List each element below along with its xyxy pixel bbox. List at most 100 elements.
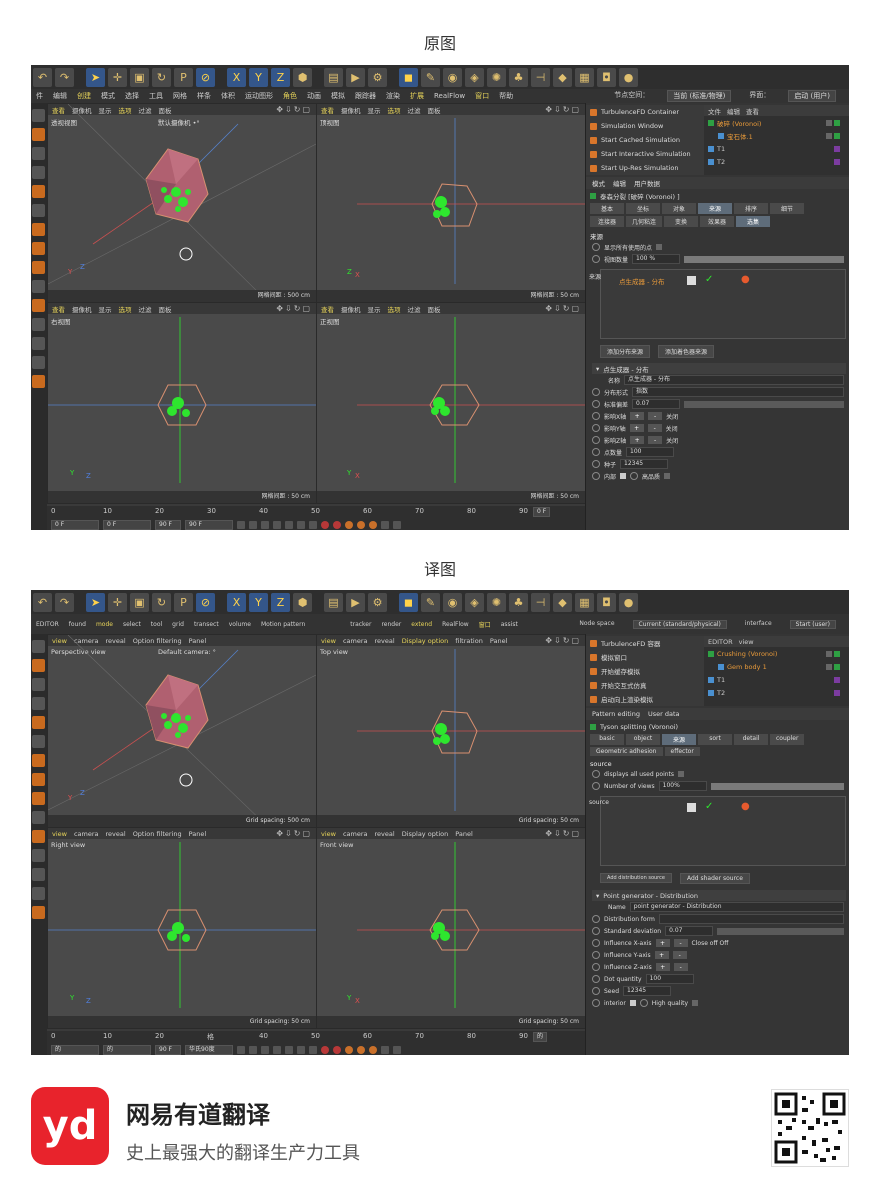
plus-button[interactable]: +	[655, 939, 670, 947]
camera-icon[interactable]: ◘	[597, 592, 616, 612]
go-start-icon[interactable]	[237, 1045, 245, 1054]
scale-tool-icon[interactable]: ▣	[130, 67, 149, 87]
light-icon[interactable]: ●	[619, 67, 638, 87]
pen-icon[interactable]: ✎	[421, 592, 440, 612]
cube-icon[interactable]: ◼	[399, 67, 418, 87]
shader-icon[interactable]	[687, 276, 696, 285]
render-picture-icon[interactable]: ▶	[346, 67, 365, 87]
go-end-icon[interactable]	[309, 1045, 317, 1054]
menu-item[interactable]: mode	[96, 621, 113, 628]
autokey-icon[interactable]	[333, 520, 341, 529]
tab-basic[interactable]: basic	[590, 734, 624, 745]
source-list[interactable]: 来源 点生成器 - 分布 ✓ ●	[589, 269, 846, 339]
plus-button[interactable]: +	[654, 951, 669, 959]
tool-icon[interactable]	[32, 716, 45, 729]
object-flags[interactable]	[834, 689, 840, 696]
std-dev-field[interactable]: 0.07	[665, 926, 714, 936]
current-frame-field[interactable]: 的	[533, 1032, 548, 1042]
min-frame-field[interactable]: 0 F	[103, 519, 151, 530]
tab-sources[interactable]: 来源	[662, 734, 696, 745]
obj-menu-item[interactable]: 编辑	[727, 106, 740, 116]
tool-icon[interactable]	[32, 185, 45, 198]
object-flags[interactable]	[826, 650, 840, 657]
menu-item[interactable]: RealFlow	[442, 621, 469, 628]
tool-icon[interactable]	[32, 697, 45, 710]
deformer-icon[interactable]: ♣	[509, 67, 528, 87]
param-key-icon[interactable]	[381, 1045, 389, 1054]
visibility-icon[interactable]	[826, 119, 832, 126]
floor-icon[interactable]: ◆	[553, 592, 572, 612]
tab-object[interactable]: object	[626, 734, 660, 745]
tab-detail[interactable]: 细节	[770, 203, 804, 214]
object-row[interactable]: Gem body 1	[704, 660, 849, 673]
show-points-row[interactable]: displays all used points	[586, 768, 849, 780]
checkbox[interactable]	[656, 244, 663, 250]
object-flags[interactable]	[834, 676, 840, 683]
field-icon[interactable]: ⊣	[531, 592, 550, 612]
field-icon[interactable]: ⊣	[531, 67, 550, 87]
object-row[interactable]: T2	[704, 686, 849, 699]
viewport-right[interactable]: 查看 摄像机 显示 选项 过滤 面板 ✥⇩↻▢ 右视图 Y Z 网格间距 : 5…	[47, 302, 317, 504]
tab-sort[interactable]: sort	[698, 734, 732, 745]
point-generator-icon[interactable]: ●	[741, 274, 750, 285]
add-shader-source-button[interactable]: Add shader source	[679, 872, 750, 884]
tag-icon[interactable]	[834, 676, 840, 683]
viewport-amount-row[interactable]: 视图数量 100 %	[586, 253, 849, 265]
menu-item[interactable]: 样条	[197, 91, 211, 101]
prev-frame-icon[interactable]	[261, 1045, 269, 1054]
viewport-perspective[interactable]: view camera reveal Option filtering Pane…	[47, 634, 317, 828]
point-count-field[interactable]: 100	[645, 974, 694, 984]
animate-icon[interactable]	[592, 963, 600, 971]
attr-menu-item[interactable]: 模式	[592, 178, 605, 188]
menu-item[interactable]: tracker	[350, 621, 371, 628]
select-tool-icon[interactable]: ➤	[86, 67, 105, 87]
floor-icon[interactable]: ◆	[553, 67, 572, 87]
interface-select[interactable]: Start (user)	[789, 619, 836, 629]
undo-icon[interactable]: ↶	[33, 592, 52, 612]
plus-button[interactable]: +	[630, 412, 645, 420]
check-icon[interactable]	[834, 663, 840, 670]
tool-icon[interactable]	[32, 678, 45, 691]
object-flags[interactable]	[826, 119, 840, 126]
tool-icon[interactable]	[32, 356, 45, 369]
menu-item[interactable]: transect	[194, 621, 219, 628]
go-start-icon[interactable]	[237, 520, 245, 529]
menu-item[interactable]: select	[123, 621, 141, 628]
scene-icon[interactable]: ▦	[575, 592, 594, 612]
menu-item[interactable]: volume	[229, 621, 251, 628]
render-picture-icon[interactable]: ▶	[346, 592, 365, 612]
menu-item[interactable]: 渲染	[386, 91, 400, 101]
plus-button[interactable]: +	[630, 436, 645, 444]
viewport-amount-field[interactable]: 100 %	[632, 254, 681, 264]
tool-icon[interactable]	[32, 640, 45, 653]
tab-sort[interactable]: 排序	[734, 203, 768, 214]
menu-item[interactable]: render	[381, 621, 401, 628]
pla-key-icon[interactable]	[393, 1045, 401, 1054]
tool-icon[interactable]	[32, 773, 45, 786]
point-generator-subheader[interactable]: ▾ 点生成器 - 分布	[592, 363, 846, 374]
animate-icon[interactable]	[592, 915, 600, 923]
menu-item[interactable]: found	[69, 621, 86, 628]
node-space-select[interactable]: 当前 (标准/物理)	[667, 90, 732, 102]
object-row[interactable]: T1	[704, 142, 849, 155]
tool-icon[interactable]	[32, 754, 45, 767]
minus-button[interactable]: -	[673, 963, 688, 971]
rotation-key-icon[interactable]	[369, 520, 377, 529]
attr-menu-item[interactable]: 用户数据	[634, 178, 660, 188]
coordinate-icon[interactable]: ⊘	[196, 592, 215, 612]
timeline-ruler[interactable]: 0 10 20 30 40 50 60 70 80 90 0 F	[47, 506, 585, 518]
visibility-icon[interactable]	[826, 663, 832, 670]
z-axis-icon[interactable]: Z	[271, 67, 290, 87]
end-frame-field[interactable]: 华氏90度	[185, 1044, 233, 1055]
point-count-field[interactable]: 100	[626, 447, 675, 457]
menu-item[interactable]: 创建	[77, 91, 91, 101]
check-icon[interactable]	[834, 650, 840, 657]
std-dev-slider[interactable]	[684, 400, 844, 408]
tool-icon[interactable]	[32, 887, 45, 900]
animate-icon[interactable]	[592, 927, 600, 935]
viewport-front[interactable]: view camera reveal Display option Panel …	[316, 827, 586, 1029]
object-flags[interactable]	[826, 132, 840, 139]
source-item[interactable]: 点生成器 - 分布	[619, 276, 664, 286]
animate-icon[interactable]	[592, 255, 600, 263]
hq-checkbox[interactable]	[664, 473, 671, 479]
